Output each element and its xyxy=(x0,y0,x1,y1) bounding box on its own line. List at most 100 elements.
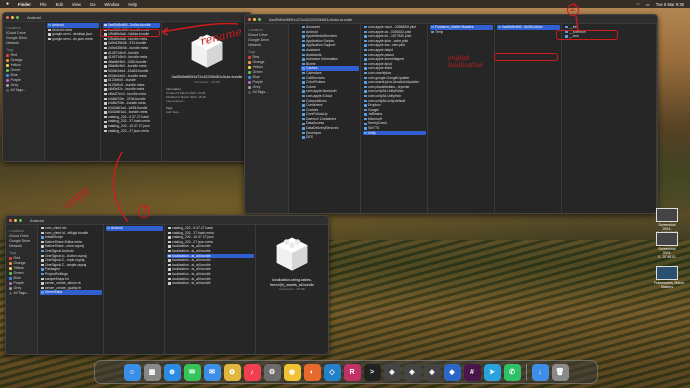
downloads-icon[interactable]: ↓ xyxy=(531,363,549,381)
annotation-box-localization-folder xyxy=(494,53,558,61)
list-item[interactable]: localization...ts_all.bundle xyxy=(167,281,254,286)
column-1: Android Android.meta google-servi...deskto… xyxy=(46,22,101,161)
menu-go[interactable]: Go xyxy=(90,2,96,7)
vscode-icon[interactable]: ◇ xyxy=(323,363,341,381)
tag-color-icon xyxy=(9,277,12,280)
tag-label: All Tags... xyxy=(13,291,30,295)
list-item[interactable]: 0adf3d9cf6f0...5b081c5cbc xyxy=(497,25,560,30)
sidebar-tag-item[interactable]: All Tags... xyxy=(9,291,34,296)
chrome-icon[interactable]: ◉ xyxy=(283,363,301,381)
menu-view[interactable]: View xyxy=(72,2,81,7)
tag-color-icon xyxy=(248,81,251,84)
mail-icon[interactable]: ✉ xyxy=(203,363,221,381)
close-button[interactable] xyxy=(6,15,9,19)
tag-color-icon xyxy=(248,66,251,69)
desktop-icon-label: Frameworks_Match-Masters xyxy=(654,281,685,289)
annotation-box-target-file xyxy=(556,30,618,40)
list-item[interactable]: catalog_202...27.json.meta xyxy=(103,129,160,134)
column-2: com.apple.nsurl...2398880f.plist com.appl… xyxy=(362,24,428,213)
column-3: catalog_202...5.37.27.hash catalog_202...… xyxy=(166,225,256,354)
opened-value: -- xyxy=(183,99,186,104)
close-button[interactable] xyxy=(248,17,251,21)
opened-label: Last opened xyxy=(166,99,183,104)
battery-icon[interactable]: ▭ xyxy=(646,2,650,7)
preview-pane: localization-string-tables-french(fr)_as… xyxy=(257,225,327,354)
annotation-number-1: 1 xyxy=(142,205,149,216)
sidebar-item-network[interactable]: Network xyxy=(9,244,34,249)
list-item[interactable]: google-servi...ds.json.meta xyxy=(47,37,99,42)
sidebar-tag-item[interactable]: All Tags... xyxy=(6,88,41,93)
folder-thumbnail-icon xyxy=(656,266,678,280)
annotation-arrow-copy xyxy=(112,151,129,223)
list-item[interactable]: localization...ts_all.bundle xyxy=(167,249,254,254)
close-button[interactable] xyxy=(9,218,12,222)
tag-color-icon xyxy=(9,282,12,285)
sourcetree-icon[interactable]: ◆ xyxy=(443,363,461,381)
firefox-icon[interactable]: ◐ xyxy=(303,363,321,381)
apple-menu-icon[interactable]: ● xyxy=(6,1,9,7)
tag-color-icon xyxy=(6,59,9,62)
dock-separator xyxy=(525,364,527,380)
list-item[interactable]: SiriTTS xyxy=(363,126,426,131)
sidebar-locations-header: Locations xyxy=(248,28,263,32)
tag-color-icon xyxy=(6,64,9,67)
whatsapp-icon[interactable]: ✆ xyxy=(503,363,521,381)
list-item[interactable]: ServerData xyxy=(40,290,102,295)
preview-kind: Document – 45 KB xyxy=(279,287,305,291)
column-1: Accounts Android AppleMediaServices Applica… xyxy=(300,24,361,213)
slack-icon[interactable]: # xyxy=(463,363,481,381)
zoom-button[interactable] xyxy=(258,17,261,21)
messages-icon[interactable]: ✉ xyxy=(183,363,201,381)
desktop-screenshot-1[interactable]: Screenshot 2024-0...7.18.17.47 xyxy=(654,208,680,235)
menu-window[interactable]: Window xyxy=(104,2,119,7)
sidebar: Locations iCloud Drive Google Drive Netw… xyxy=(6,225,38,354)
add-tags-field[interactable]: Add Tags... xyxy=(166,110,248,114)
window-titlebar: 0adf3d9cf6f0f1d72c4822269b081c5cbc.bundl… xyxy=(245,15,657,24)
unity2-icon[interactable]: ◈ xyxy=(403,363,421,381)
tag-color-icon xyxy=(248,56,251,59)
desktop-screenshot-2[interactable]: Screenshot 2024-0...37.46.01 xyxy=(654,232,680,259)
rider-icon[interactable]: R xyxy=(343,363,361,381)
settings-icon[interactable]: ⚙ xyxy=(263,363,281,381)
column-1: com_client.idx com_client.id...elikgis.bu… xyxy=(39,225,104,354)
menu-edit[interactable]: Edit xyxy=(56,2,63,7)
menu-help[interactable]: Help xyxy=(128,2,137,7)
menu-bar: ● Finder File Edit View Go Window Help ◠… xyxy=(0,0,690,8)
photos-icon[interactable]: ✿ xyxy=(223,363,241,381)
finder-icon[interactable]: ☺ xyxy=(123,363,141,381)
sidebar-tag-item[interactable]: All Tags... xyxy=(248,90,285,95)
telegram-icon[interactable]: ➤ xyxy=(483,363,501,381)
desktop-folder-frameworks[interactable]: Frameworks_Match-Masters xyxy=(654,266,685,289)
preview-kind: Document – 34 KB xyxy=(194,79,220,84)
clock[interactable]: Tue 5 Mar 9:35 xyxy=(656,2,684,7)
music-icon[interactable]: ♪ xyxy=(243,363,261,381)
minimize-button[interactable] xyxy=(253,17,256,21)
terminal-icon[interactable]: > xyxy=(363,363,381,381)
tag-color-icon xyxy=(9,262,12,265)
trash-icon[interactable]: 🗑 xyxy=(551,363,569,381)
menu-file[interactable]: File xyxy=(40,2,47,7)
sidebar-item-network[interactable]: Network xyxy=(248,43,285,48)
wifi-icon[interactable]: ◠ xyxy=(636,2,640,7)
preview-filename: 0adf3d9cf6f0f1d72c42226b081c5cbc.bundle xyxy=(171,75,243,79)
tag-color-icon xyxy=(248,76,251,79)
column-5: __info __common __lock xyxy=(563,24,657,213)
preview-info: Information Created 9 March 2024, 15:48 … xyxy=(166,87,248,115)
column-2: Android xyxy=(105,225,165,354)
minimize-button[interactable] xyxy=(14,218,17,222)
zoom-button[interactable] xyxy=(16,15,19,19)
menu-finder[interactable]: Finder xyxy=(18,2,31,7)
sidebar: Locations iCloud Drive Google Drive Netw… xyxy=(3,22,45,161)
list-item[interactable]: Unity xyxy=(363,130,426,136)
list-item[interactable]: DES xyxy=(301,135,359,140)
tag-color-icon xyxy=(248,86,251,89)
tag-color-icon xyxy=(6,84,9,87)
zoom-button[interactable] xyxy=(19,218,22,222)
unity1-icon[interactable]: ◈ xyxy=(383,363,401,381)
launchpad-icon[interactable]: ▦ xyxy=(143,363,161,381)
unity3-icon[interactable]: ◈ xyxy=(423,363,441,381)
list-item[interactable]: Temp xyxy=(430,30,493,35)
minimize-button[interactable] xyxy=(11,15,14,19)
safari-icon[interactable]: ⊕ xyxy=(163,363,181,381)
sidebar-item-network[interactable]: Network xyxy=(6,41,41,46)
